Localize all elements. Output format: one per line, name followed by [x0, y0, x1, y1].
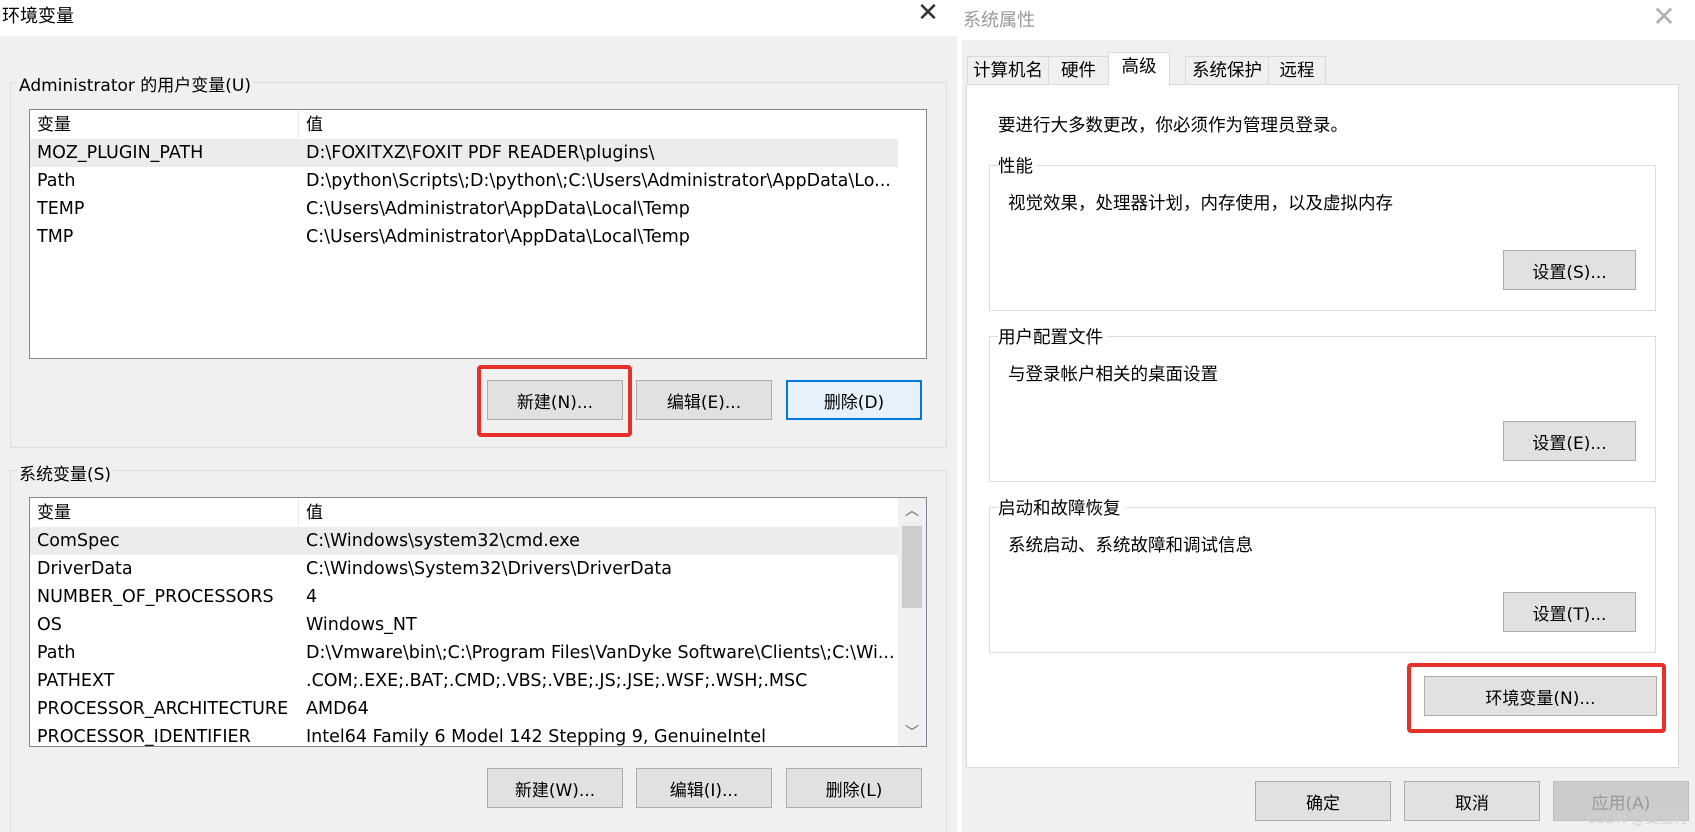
user-edit-button[interactable]: 编辑(E)... [636, 380, 772, 420]
table-row[interactable]: OS Windows_NT [30, 611, 898, 639]
var-value: D:\Vmware\bin\;C:\Program Files\VanDyke … [306, 643, 895, 663]
var-value: C:\Users\Administrator\AppData\Local\Tem… [306, 199, 690, 219]
system-vars-list[interactable]: 变量 值 ComSpec C:\Windows\system32\cmd.exe… [29, 497, 927, 747]
env-vars-dialog: 环境变量 ✕ Administrator 的用户变量(U) 变量 值 MOZ_P… [0, 0, 957, 832]
cancel-button[interactable]: 取消 [1404, 781, 1540, 821]
tab-advanced[interactable]: 高级 [1108, 52, 1170, 86]
table-row[interactable]: MOZ_PLUGIN_PATH D:\FOXITXZ\FOXIT PDF REA… [30, 139, 898, 167]
tab-strip: 计算机名 硬件 高级 系统保护 远程 [962, 52, 1695, 86]
performance-group-label: 性能 [998, 153, 1037, 178]
startup-recovery-description: 系统启动、系统故障和调试信息 [1008, 536, 1253, 556]
column-header-variable[interactable]: 变量 [30, 498, 299, 526]
system-vars-rows: ComSpec C:\Windows\system32\cmd.exe Driv… [30, 527, 898, 747]
highlight-box-new-button [477, 365, 632, 437]
env-vars-title: 环境变量 [2, 6, 74, 27]
var-name: Path [37, 643, 76, 663]
table-row[interactable]: NUMBER_OF_PROCESSORS 4 [30, 583, 898, 611]
close-icon[interactable]: ✕ [1649, 2, 1679, 32]
dialog-button-bar: 确定 取消 应用(A) CSDN @姜亚轲 [962, 768, 1695, 832]
var-value: Intel64 Family 6 Model 142 Stepping 9, G… [306, 727, 767, 747]
var-value: C:\Users\Administrator\AppData\Local\Tem… [306, 227, 690, 247]
user-profiles-settings-button[interactable]: 设置(E)... [1503, 421, 1636, 461]
var-name: TEMP [37, 199, 85, 219]
var-value: C:\Windows\system32\cmd.exe [306, 531, 580, 551]
table-row[interactable]: PROCESSOR_ARCHITECTURE AMD64 [30, 695, 898, 723]
system-vars-list-header: 变量 值 [30, 498, 898, 526]
var-value: Windows_NT [306, 615, 417, 635]
scroll-thumb[interactable] [902, 526, 922, 608]
var-value: AMD64 [306, 699, 369, 719]
user-profiles-group-label: 用户配置文件 [998, 324, 1107, 349]
startup-recovery-settings-button[interactable]: 设置(T)... [1503, 592, 1636, 632]
highlight-box-env-vars-button [1407, 663, 1666, 733]
var-name: DriverData [37, 559, 133, 579]
column-header-value[interactable]: 值 [299, 498, 898, 526]
var-name: ComSpec [37, 531, 120, 551]
system-edit-button[interactable]: 编辑(I)... [636, 768, 772, 808]
performance-description: 视觉效果，处理器计划，内存使用，以及虚拟内存 [1008, 194, 1393, 214]
table-row[interactable]: PATHEXT .COM;.EXE;.BAT;.CMD;.VBS;.VBE;.J… [30, 667, 898, 695]
var-name: TMP [37, 227, 74, 247]
startup-recovery-group-label: 启动和故障恢复 [998, 495, 1125, 520]
var-name: OS [37, 615, 62, 635]
var-name: NUMBER_OF_PROCESSORS [37, 587, 274, 607]
ok-button[interactable]: 确定 [1255, 781, 1391, 821]
table-row[interactable]: ComSpec C:\Windows\system32\cmd.exe [30, 527, 898, 555]
table-row[interactable]: Path D:\Vmware\bin\;C:\Program Files\Van… [30, 639, 898, 667]
var-name: MOZ_PLUGIN_PATH [37, 143, 204, 163]
table-row[interactable]: Path D:\python\Scripts\;D:\python\;C:\Us… [30, 167, 898, 195]
user-vars-list[interactable]: 变量 值 MOZ_PLUGIN_PATH D:\FOXITXZ\FOXIT PD… [29, 109, 927, 359]
tab-system-protection[interactable]: 系统保护 [1185, 56, 1269, 85]
table-row[interactable]: TMP C:\Users\Administrator\AppData\Local… [30, 223, 898, 251]
tab-hardware[interactable]: 硬件 [1048, 56, 1109, 85]
var-name: PATHEXT [37, 671, 115, 691]
user-delete-button[interactable]: 删除(D) [786, 380, 922, 420]
user-vars-group-label: Administrator 的用户变量(U) [17, 71, 253, 96]
column-header-value[interactable]: 值 [299, 110, 898, 138]
system-delete-button[interactable]: 删除(L) [786, 768, 922, 808]
scroll-up-icon[interactable]: ︿ [898, 498, 926, 524]
env-vars-titlebar: 环境变量 ✕ [0, 0, 957, 36]
admin-notice: 要进行大多数更改，你必须作为管理员登录。 [998, 116, 1348, 136]
var-value: D:\FOXITXZ\FOXIT PDF READER\plugins\ [306, 143, 655, 163]
var-name: Path [37, 171, 76, 191]
var-name: PROCESSOR_ARCHITECTURE [37, 699, 289, 719]
var-value: C:\Windows\System32\Drivers\DriverData [306, 559, 672, 579]
table-row[interactable]: PROCESSOR_IDENTIFIER Intel64 Family 6 Mo… [30, 723, 898, 747]
performance-settings-button[interactable]: 设置(S)... [1503, 250, 1636, 290]
system-properties-title: 系统属性 [963, 10, 1035, 31]
user-vars-rows: MOZ_PLUGIN_PATH D:\FOXITXZ\FOXIT PDF REA… [30, 139, 898, 251]
tab-computer-name[interactable]: 计算机名 [967, 56, 1049, 85]
system-properties-titlebar: 系统属性 ✕ [962, 0, 1695, 40]
user-profiles-description: 与登录帐户相关的桌面设置 [1008, 365, 1218, 385]
table-row[interactable]: TEMP C:\Users\Administrator\AppData\Loca… [30, 195, 898, 223]
var-value: D:\python\Scripts\;D:\python\;C:\Users\A… [306, 171, 891, 191]
system-new-button[interactable]: 新建(W)... [487, 768, 623, 808]
close-icon[interactable]: ✕ [915, 0, 941, 26]
table-row[interactable]: DriverData C:\Windows\System32\Drivers\D… [30, 555, 898, 583]
system-properties-dialog: 系统属性 ✕ 计算机名 硬件 高级 系统保护 远程 要进行大多数更改，你必须作为… [962, 0, 1695, 832]
tab-remote[interactable]: 远程 [1268, 56, 1326, 85]
scroll-down-icon[interactable]: ﹀ [898, 720, 926, 746]
system-vars-scrollbar[interactable]: ︿ ﹀ [898, 498, 926, 746]
advanced-tab-panel: 要进行大多数更改，你必须作为管理员登录。 性能 视觉效果，处理器计划，内存使用，… [966, 84, 1679, 768]
var-value: 4 [306, 587, 318, 607]
user-vars-list-header: 变量 值 [30, 110, 898, 138]
var-value: .COM;.EXE;.BAT;.CMD;.VBS;.VBE;.JS;.JSE;.… [306, 671, 808, 691]
watermark: CSDN @姜亚轲 [1586, 811, 1687, 827]
system-vars-group-label: 系统变量(S) [17, 460, 114, 485]
var-name: PROCESSOR_IDENTIFIER [37, 727, 251, 747]
column-header-variable[interactable]: 变量 [30, 110, 299, 138]
